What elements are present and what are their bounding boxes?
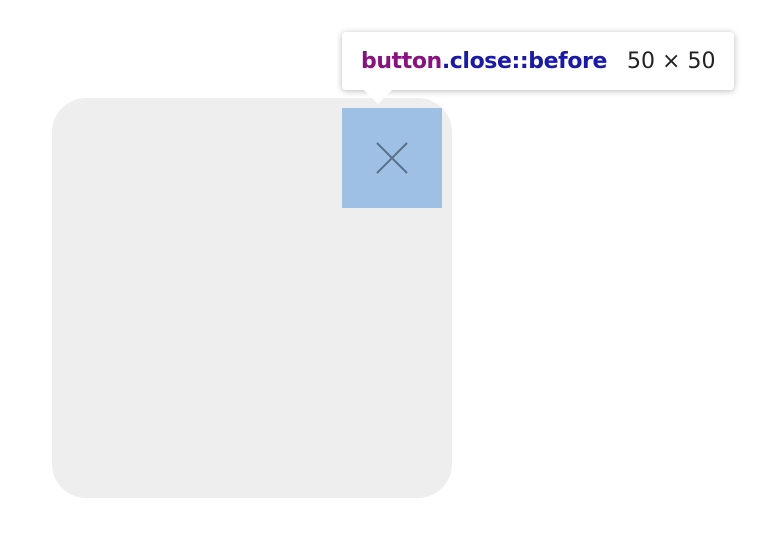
element-size: 50 × 50 [627,48,716,74]
close-button-highlight[interactable] [342,108,442,208]
selector-class-pseudo: .close::before [441,48,608,74]
element-selector: button.close::before [361,49,607,74]
devtools-inspect-tooltip: button.close::before 50 × 50 [342,32,735,104]
selector-tag: button [361,48,442,74]
close-icon[interactable] [375,141,409,175]
